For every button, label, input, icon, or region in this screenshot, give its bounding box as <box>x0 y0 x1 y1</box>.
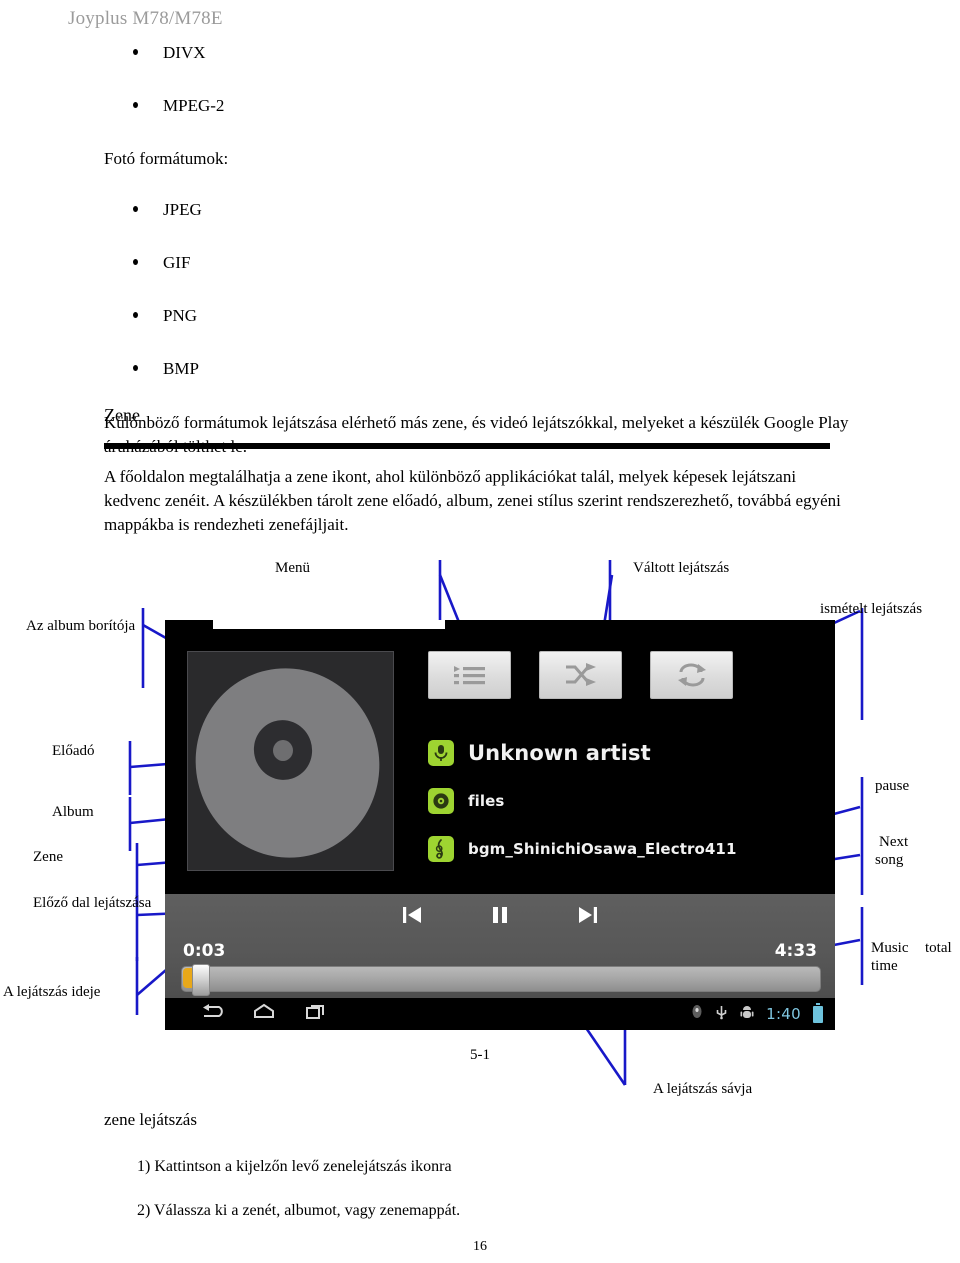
track-metadata-list: Unknown artist files bgm_ShinichiOsawa_E… <box>428 729 828 873</box>
step-two: 2) Válassza ki a zenét, albumot, vagy ze… <box>137 1202 461 1219</box>
recents-icon[interactable] <box>305 1003 327 1026</box>
usb-icon <box>715 1004 728 1025</box>
formats-note-paragraph: Különböző formátumok lejátszása elérhető… <box>104 413 849 456</box>
skip-previous-icon <box>400 903 424 932</box>
annotation-next-song-line2: song <box>875 852 904 868</box>
video-format-label: MPEG-2 <box>163 96 225 115</box>
transport-controls <box>165 904 835 930</box>
status-icons: 1:40 <box>691 1002 823 1025</box>
back-icon[interactable] <box>201 1003 223 1026</box>
nav-buttons <box>201 1003 327 1026</box>
annotation-seek-bar: A lejátszás sávja <box>653 1081 753 1097</box>
bullet-dot <box>133 365 138 371</box>
page-number: 16 <box>473 1239 487 1254</box>
skip-next-icon <box>576 903 600 932</box>
annotation-album: Album <box>52 804 94 820</box>
battery-icon <box>813 1002 823 1023</box>
elapsed-time: 0:03 <box>183 941 226 961</box>
total-time: 4:33 <box>774 941 817 961</box>
android-navigation-bar: 1:40 <box>165 998 835 1030</box>
microphone-icon <box>428 740 454 766</box>
annotation-music-time-line2: time <box>871 958 898 974</box>
bullet-dot <box>133 206 138 212</box>
list-item: JPEG <box>0 199 960 220</box>
repeat-button[interactable] <box>650 651 733 699</box>
treble-clef-icon <box>428 836 454 862</box>
player-top-panel: Unknown artist files bgm_ShinichiOsawa_E… <box>165 629 835 894</box>
disc-icon <box>428 788 454 814</box>
album-name: files <box>468 792 505 810</box>
album-art <box>187 651 394 871</box>
annotation-music-time-line1: Music <box>871 940 909 956</box>
sd-card-icon <box>691 1004 703 1024</box>
debug-android-icon <box>740 1004 754 1025</box>
pause-button[interactable] <box>487 904 513 930</box>
figure-caption: 5-1 <box>470 1047 490 1063</box>
annotation-artist: Előadó <box>52 743 95 759</box>
annotation-repeat: ismételt lejátszás <box>820 601 923 617</box>
shuffle-icon <box>564 662 598 688</box>
annotation-song: Zene <box>33 849 63 865</box>
shuffle-button[interactable] <box>539 651 622 699</box>
photo-formats-heading: Fotó formátumok: <box>104 149 229 168</box>
list-item: DIVX <box>0 42 960 63</box>
repeat-icon <box>676 662 708 688</box>
status-clock: 1:40 <box>766 1005 801 1023</box>
list-item: PNG <box>0 305 960 326</box>
seek-bar[interactable] <box>181 964 821 996</box>
disc-pin <box>273 740 293 761</box>
list-item: MPEG-2 <box>0 95 960 116</box>
seek-thumb[interactable] <box>192 964 210 996</box>
photo-format-label: BMP <box>163 359 199 378</box>
annotated-figure: Menü Váltott lejátszás ismételt lejátszá… <box>0 545 960 1105</box>
bullet-dot <box>133 312 138 318</box>
annotation-elapsed-time: A lejátszás ideje <box>3 984 101 1000</box>
annotation-album-cover: Az album borítója <box>26 618 136 634</box>
annotation-total: total <box>925 940 952 956</box>
step-one: 1) Kattintson a kijelzőn levő zenelejáts… <box>137 1158 452 1175</box>
list-item: BMP <box>0 358 960 379</box>
steps-title: zene lejátszás <box>104 1110 197 1129</box>
bullet-dot <box>133 259 138 265</box>
annotation-prev-song: Előző dal lejátszása <box>33 895 152 911</box>
home-icon[interactable] <box>253 1003 275 1026</box>
artist-name: Unknown artist <box>468 741 651 765</box>
list-item: bgm_ShinichiOsawa_Electro411 <box>428 825 828 873</box>
page-header: Joyplus M78/M78E <box>68 8 223 29</box>
video-format-label: DIVX <box>163 43 206 62</box>
bullet-dot <box>133 102 138 108</box>
annotation-shuffle: Váltott lejátszás <box>633 560 730 576</box>
list-item: Unknown artist <box>428 729 828 777</box>
previous-button[interactable] <box>399 904 425 930</box>
playlist-button[interactable] <box>428 651 511 699</box>
section-divider <box>104 443 830 449</box>
bullet-dot <box>133 49 138 55</box>
photo-format-label: PNG <box>163 306 198 325</box>
pause-icon <box>488 903 512 932</box>
music-section-paragraph: A főoldalon megtalálhatja a zene ikont, … <box>104 467 841 534</box>
list-item: GIF <box>0 252 960 273</box>
player-mode-buttons <box>428 651 733 699</box>
photo-format-label: GIF <box>163 253 191 272</box>
section-heading-zene: Zene <box>104 405 140 425</box>
list-item: files <box>428 777 828 825</box>
annotation-menu: Menü <box>275 560 310 576</box>
annotation-next-song-line1: Next <box>879 834 909 850</box>
document-body: DIVX MPEG-2 Fotó formátumok: JPEG GIF PN… <box>0 42 960 459</box>
steps-block: zene lejátszás 1) Kattintson a kijelzőn … <box>0 1110 960 1220</box>
track-filename: bgm_ShinichiOsawa_Electro411 <box>468 840 737 858</box>
annotation-pause: pause <box>875 778 910 794</box>
device-screenshot: Unknown artist files bgm_ShinichiOsawa_E… <box>165 620 835 1030</box>
player-transport-panel: 0:03 4:33 <box>165 894 835 998</box>
playlist-icon <box>453 663 487 687</box>
photo-format-label: JPEG <box>163 200 202 219</box>
next-button[interactable] <box>575 904 601 930</box>
screenshot-notch <box>213 620 445 629</box>
